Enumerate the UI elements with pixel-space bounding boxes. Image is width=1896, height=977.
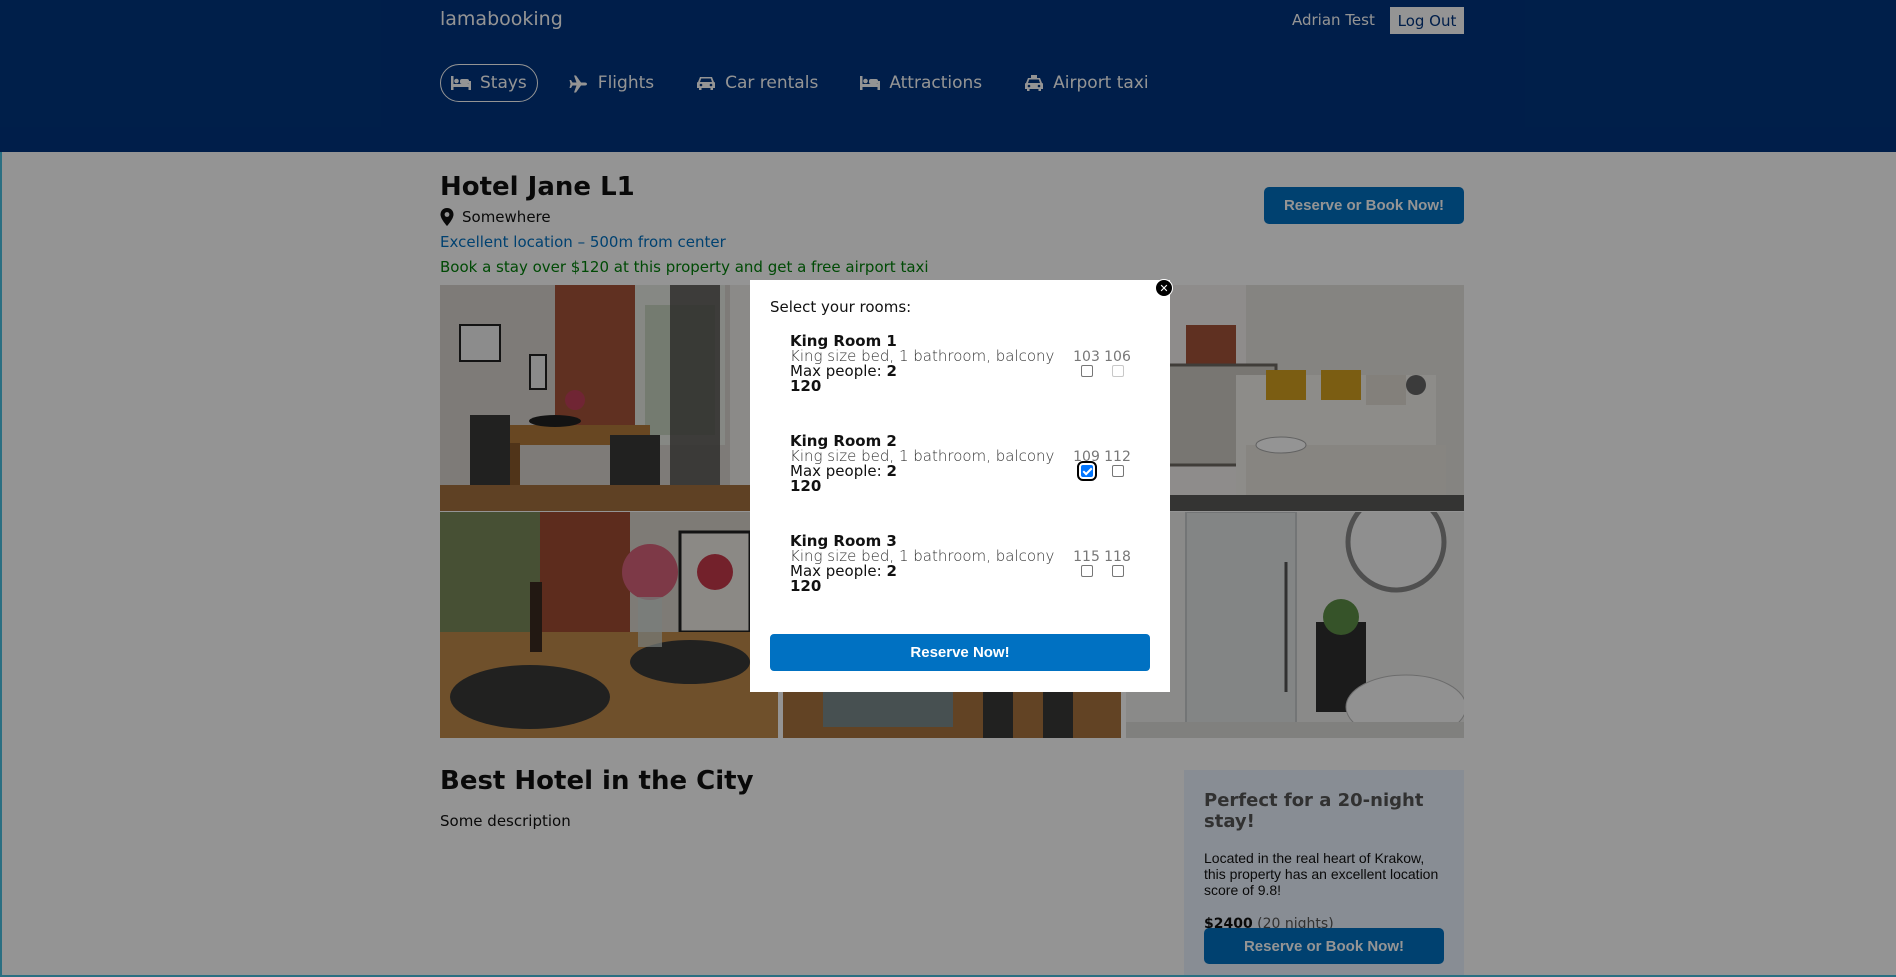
room-numbers: 103 106 [1072,350,1132,377]
room-select-modal: Select your rooms: King Room 1 King size… [750,280,1170,692]
room-number-option: 109 [1072,449,1101,481]
room-number: 112 [1104,449,1131,465]
room-number: 115 [1073,549,1100,565]
room-price: 120 [790,477,822,495]
room-number-checkbox[interactable] [1080,365,1093,377]
room-number-option: 118 [1103,550,1132,577]
reserve-now-button[interactable]: Reserve Now! [770,634,1150,671]
overlay-edge [0,152,2,977]
max-value: 2 [886,562,897,580]
room-number: 106 [1104,349,1131,365]
room-numbers: 115 118 [1072,550,1132,577]
room-number: 109 [1073,449,1100,465]
max-value: 2 [886,462,897,480]
room-price: 120 [790,377,822,395]
room-number-checkbox[interactable] [1111,565,1124,577]
room-number-checkbox[interactable] [1111,365,1124,377]
room-numbers: 109 112 [1072,449,1132,481]
room-item: King Room 1 King size bed, 1 bathroom, b… [790,334,1150,394]
room-number-checkbox[interactable] [1076,461,1097,481]
room-number-option: 115 [1072,550,1101,577]
max-value: 2 [886,362,897,380]
room-item: King Room 2 King size bed, 1 bathroom, b… [790,434,1150,494]
room-price: 120 [790,577,822,595]
room-number-checkbox[interactable] [1111,465,1124,477]
room-number: 103 [1073,349,1100,365]
room-item: King Room 3 King size bed, 1 bathroom, b… [790,534,1150,594]
page: lamabooking Adrian Test Log Out Stays Fl… [0,0,1896,977]
room-number-checkbox[interactable] [1080,565,1093,577]
modal-heading: Select your rooms: [770,298,912,316]
room-number-option: 112 [1103,450,1132,477]
room-number-option: 106 [1103,350,1132,377]
room-number-option: 103 [1072,350,1101,377]
room-number: 118 [1104,549,1131,565]
close-icon[interactable]: ✕ [1155,279,1173,297]
